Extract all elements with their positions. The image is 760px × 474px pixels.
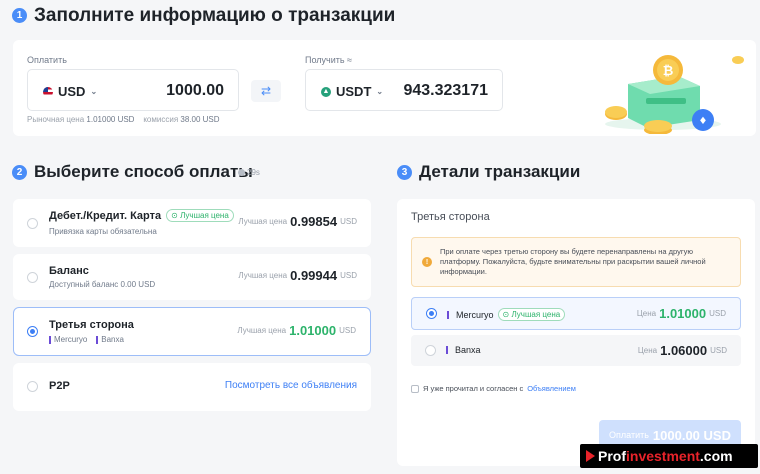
- timer-value: 29s: [247, 168, 260, 177]
- price-value: 1.01000: [659, 306, 707, 321]
- step2-number: 2: [12, 165, 27, 180]
- step1-number: 1: [12, 8, 27, 23]
- pay-label: Оплатить: [27, 55, 67, 65]
- pay-amount-field[interactable]: USD ⌄ 1000.00: [27, 69, 239, 111]
- clock-icon: [238, 169, 245, 176]
- transaction-info-card: Оплатить USD ⌄ 1000.00 Рыночная цена 1.0…: [13, 40, 756, 136]
- market-info: Рыночная цена 1.01000 USD комиссия 38.00…: [27, 115, 220, 124]
- receive-currency-code: USDT: [336, 84, 372, 99]
- method-title: Дебет./Кредит. Карта: [49, 209, 162, 222]
- us-flag-icon: [43, 86, 53, 97]
- best-price-badge: ⊙ Лучшая цена: [166, 209, 234, 222]
- price-value: 0.99854: [290, 214, 338, 229]
- step1-title: Заполните информацию о транзакции: [34, 5, 396, 26]
- price-unit: USD: [339, 326, 356, 335]
- method-title: Баланс: [49, 265, 89, 277]
- receive-amount-field[interactable]: ▲ USDT ⌄ 943.323171: [305, 69, 503, 111]
- swap-icon[interactable]: ⇄: [251, 80, 281, 102]
- payment-method-card[interactable]: Баланс Доступный баланс 0.00 USD Лучшая …: [13, 254, 371, 300]
- best-price-badge: ⊙ Лучшая цена: [497, 308, 566, 321]
- method-subtitle: Привязка карты обязательна: [49, 227, 157, 236]
- provider-option[interactable]: Banxa Цена 1.06000 USD: [411, 335, 741, 366]
- price-unit: USD: [340, 271, 357, 280]
- svg-text:₿: ₿: [663, 63, 674, 78]
- fee-label: комиссия: [143, 115, 179, 124]
- provider-radio-selected[interactable]: [426, 308, 437, 319]
- payment-method-card-selected[interactable]: Третья сторона Mercuryo Banxa Лучшая цен…: [13, 307, 371, 356]
- fee-value: 38.00 USD: [180, 115, 220, 124]
- method-radio[interactable]: [27, 218, 38, 229]
- price-label: Лучшая цена: [238, 217, 288, 226]
- agree-checkbox[interactable]: [411, 384, 419, 393]
- step3-number: 3: [397, 165, 412, 180]
- payment-method-card[interactable]: Дебет./Кредит. Карта ⊙ Лучшая цена Привя…: [13, 199, 371, 247]
- price-label: Лучшая цена: [237, 326, 287, 335]
- step3-title: Детали транзакции: [419, 162, 581, 181]
- pay-amount-value: 1000.00: [166, 82, 224, 99]
- timer: 29s: [238, 168, 260, 177]
- receive-currency-select[interactable]: ▲ USDT ⌄: [321, 84, 383, 99]
- provider-mercuryo: Mercuryo: [54, 335, 88, 344]
- method-title: P2P: [49, 380, 70, 392]
- price-unit: USD: [340, 217, 357, 226]
- price-value: 1.01000: [289, 323, 337, 338]
- svg-text:♦: ♦: [699, 116, 708, 127]
- method-title: Третья сторона: [49, 319, 134, 331]
- warning-icon: !: [422, 257, 432, 267]
- provider-radio[interactable]: [425, 345, 436, 356]
- method-radio-selected[interactable]: [27, 326, 38, 337]
- receive-label: Получить ≈: [305, 55, 352, 65]
- price-label: Лучшая цена: [238, 271, 288, 280]
- price-label: Цена: [637, 346, 658, 355]
- price-value: 1.06000: [660, 343, 708, 358]
- announcement-link[interactable]: Объявлением: [527, 384, 576, 393]
- price-unit: USD: [710, 346, 727, 355]
- market-label: Рыночная цена: [27, 115, 85, 124]
- provider-banxa: Banxa: [101, 335, 124, 344]
- third-party-notice: ! При оплате через третью сторону вы буд…: [411, 237, 741, 287]
- chevron-down-icon: ⌄: [376, 87, 384, 96]
- pay-currency-select[interactable]: USD ⌄: [43, 84, 97, 99]
- market-value: 1.01000 USD: [86, 115, 135, 124]
- view-all-ads-link[interactable]: Посмотреть все объявления: [225, 380, 357, 391]
- chevron-down-icon: ⌄: [90, 87, 98, 96]
- details-section-title: Третья сторона: [411, 211, 490, 223]
- payment-method-card[interactable]: P2P Посмотреть все объявления: [13, 363, 371, 411]
- coins-illustration: ₿ ♦: [588, 46, 753, 135]
- method-subtitle: Доступный баланс 0.00 USD: [49, 280, 156, 289]
- provider-name: Banxa: [455, 345, 481, 355]
- usdt-icon: ▲: [321, 86, 331, 97]
- method-radio[interactable]: [27, 272, 38, 283]
- step2-title: Выберите способ оплаты: [34, 162, 253, 181]
- watermark-arrow-icon: [586, 450, 595, 462]
- provider-name: Mercuryo: [456, 309, 494, 320]
- method-radio[interactable]: [27, 381, 38, 392]
- notice-text: При оплате через третью сторону вы будет…: [440, 247, 706, 276]
- provider-option-selected[interactable]: Mercuryo ⊙ Лучшая цена Цена 1.01000 USD: [411, 297, 741, 330]
- method-providers: Mercuryo Banxa: [49, 335, 124, 344]
- pay-currency-code: USD: [58, 84, 86, 99]
- pay-button-amount: 1000.00 USD: [652, 427, 731, 443]
- watermark-logo: Prof investment .com: [580, 444, 758, 468]
- price-unit: USD: [709, 309, 726, 318]
- transaction-details-card: Третья сторона ! При оплате через третью…: [397, 199, 755, 466]
- pay-button-label: Оплатить: [609, 430, 649, 440]
- receive-amount-value: 943.323171: [403, 82, 488, 99]
- price-label: Цена: [636, 309, 657, 318]
- agreement-row: Я уже прочитал и согласен с Объявлением: [411, 384, 576, 393]
- agree-text: Я уже прочитал и согласен с: [423, 384, 524, 393]
- price-value: 0.99944: [290, 268, 338, 283]
